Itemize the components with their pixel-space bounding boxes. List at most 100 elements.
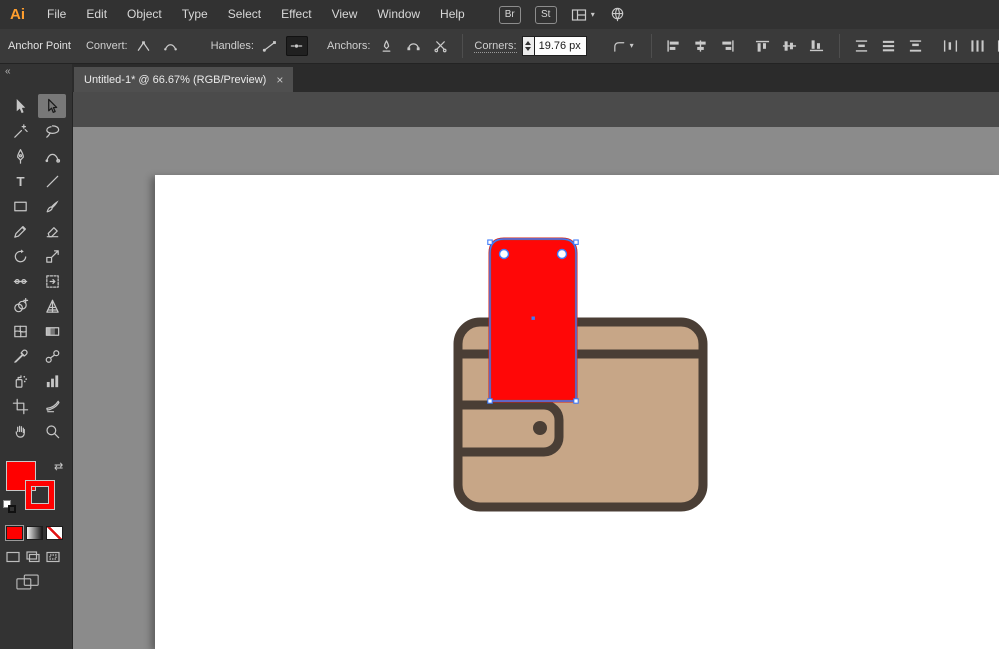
menu-select[interactable]: Select bbox=[218, 0, 271, 29]
separator bbox=[839, 34, 840, 58]
align-vertical-center-button[interactable] bbox=[779, 36, 801, 56]
center-point bbox=[532, 317, 535, 320]
corners-stepper[interactable] bbox=[522, 36, 535, 56]
distribute-horizontal-right-button[interactable] bbox=[994, 36, 999, 56]
tool-hand[interactable] bbox=[6, 419, 34, 443]
anchor-point[interactable] bbox=[488, 240, 492, 244]
draw-inside-button[interactable] bbox=[45, 550, 61, 564]
remove-anchor-button[interactable] bbox=[375, 36, 397, 56]
convert-to-smooth-button[interactable] bbox=[160, 36, 182, 56]
tool-gradient[interactable] bbox=[38, 319, 66, 343]
tool-slice[interactable] bbox=[38, 394, 66, 418]
tool-curvature[interactable] bbox=[38, 144, 66, 168]
corner-widget[interactable] bbox=[500, 250, 509, 259]
menu-bar: Ai File Edit Object Type Select Effect V… bbox=[0, 0, 999, 29]
align-horizontal-left-button[interactable] bbox=[663, 36, 685, 56]
tool-symbol-sprayer[interactable] bbox=[6, 369, 34, 393]
bridge-button[interactable]: Br bbox=[499, 6, 521, 24]
share-icon bbox=[609, 6, 626, 23]
tool-eyedropper[interactable] bbox=[6, 344, 34, 368]
share-button[interactable] bbox=[609, 6, 626, 23]
menu-edit[interactable]: Edit bbox=[76, 0, 117, 29]
artboard[interactable] bbox=[155, 175, 999, 649]
draw-behind-button[interactable] bbox=[25, 550, 41, 564]
tool-paintbrush[interactable] bbox=[38, 194, 66, 218]
align-vertical-top-button[interactable] bbox=[752, 36, 774, 56]
tool-free-transform[interactable] bbox=[38, 269, 66, 293]
workspace-switcher[interactable]: ▾ bbox=[571, 8, 595, 22]
tool-pen[interactable] bbox=[6, 144, 34, 168]
screen-mode-button[interactable] bbox=[16, 574, 40, 591]
tool-artboard[interactable] bbox=[6, 394, 34, 418]
credit-card-shape[interactable] bbox=[490, 239, 576, 401]
tool-blend[interactable] bbox=[38, 344, 66, 368]
distribute-vertical-center-icon bbox=[881, 39, 896, 53]
tool-direct-selection[interactable] bbox=[38, 94, 66, 118]
stroke-color-swatch[interactable] bbox=[26, 481, 54, 509]
swap-fill-stroke-icon[interactable]: ⇄ bbox=[54, 460, 63, 473]
distribute-horizontal-center-button[interactable] bbox=[967, 36, 989, 56]
menu-effect[interactable]: Effect bbox=[271, 0, 321, 29]
tool-type[interactable]: T bbox=[6, 169, 34, 193]
tool-lasso[interactable] bbox=[38, 119, 66, 143]
corners-link[interactable]: Corners: bbox=[474, 40, 516, 53]
hide-handles-button[interactable] bbox=[286, 36, 308, 56]
credit-card[interactable] bbox=[490, 239, 576, 401]
gradient-button[interactable] bbox=[26, 526, 43, 540]
collapse-panel-icon[interactable]: « bbox=[5, 66, 10, 77]
none-button[interactable] bbox=[46, 526, 63, 540]
distribute-vertical-top-button[interactable] bbox=[851, 36, 873, 56]
distribute-horizontal-left-button[interactable] bbox=[940, 36, 962, 56]
default-fill-stroke-button[interactable] bbox=[3, 500, 19, 514]
tool-shaper[interactable] bbox=[6, 219, 34, 243]
distribute-vertical-bottom-button[interactable] bbox=[905, 36, 927, 56]
wallet-button[interactable] bbox=[533, 421, 547, 435]
menu-object[interactable]: Object bbox=[117, 0, 172, 29]
anchor-point[interactable] bbox=[574, 399, 578, 403]
tool-magic-wand[interactable] bbox=[6, 119, 34, 143]
menu-view[interactable]: View bbox=[322, 0, 368, 29]
tool-scale[interactable] bbox=[38, 244, 66, 268]
distribute-vertical-center-button[interactable] bbox=[878, 36, 900, 56]
tool-eraser[interactable] bbox=[38, 219, 66, 243]
tool-column-graph[interactable] bbox=[38, 369, 66, 393]
convert-to-corner-button[interactable] bbox=[133, 36, 155, 56]
canvas-top-strip bbox=[72, 92, 999, 127]
menu-file[interactable]: File bbox=[37, 0, 76, 29]
tool-rectangle[interactable] bbox=[6, 194, 34, 218]
tool-shape-builder[interactable] bbox=[6, 294, 34, 318]
cut-path-button[interactable] bbox=[429, 36, 451, 56]
show-handles-button[interactable] bbox=[259, 36, 281, 56]
anchor-point[interactable] bbox=[488, 399, 492, 403]
align-horizontal-right-button[interactable] bbox=[717, 36, 739, 56]
corners-input[interactable] bbox=[535, 36, 587, 56]
menu-window[interactable]: Window bbox=[367, 0, 430, 29]
tool-rotate[interactable] bbox=[6, 244, 34, 268]
align-vertical-bottom-button[interactable] bbox=[806, 36, 828, 56]
tab-close-icon[interactable]: × bbox=[276, 74, 283, 86]
tool-mesh[interactable] bbox=[6, 319, 34, 343]
color-button[interactable] bbox=[6, 526, 23, 540]
stock-button[interactable]: St bbox=[535, 6, 557, 24]
draw-normal-button[interactable] bbox=[5, 550, 21, 564]
tool-line-segment[interactable] bbox=[38, 169, 66, 193]
tool-zoom[interactable] bbox=[38, 419, 66, 443]
shaper-tool-icon bbox=[12, 223, 29, 240]
document-tab[interactable]: Untitled-1* @ 66.67% (RGB/Preview) × bbox=[74, 67, 293, 92]
anchor-point[interactable] bbox=[574, 240, 578, 244]
corner-options-dropdown[interactable]: ▾ bbox=[606, 36, 640, 56]
menu-type[interactable]: Type bbox=[172, 0, 218, 29]
menubar-right-icons: Br St ▾ bbox=[499, 6, 626, 24]
corner-widget[interactable] bbox=[558, 250, 567, 259]
eraser-tool-icon bbox=[44, 223, 61, 240]
magic-wand-tool-icon bbox=[12, 123, 29, 140]
menu-help[interactable]: Help bbox=[430, 0, 475, 29]
direct-selection-tool-icon bbox=[44, 98, 61, 115]
tool-selection[interactable] bbox=[6, 94, 34, 118]
align-horizontal-center-button[interactable] bbox=[690, 36, 712, 56]
tool-width[interactable] bbox=[6, 269, 34, 293]
align-vertical-center-icon bbox=[782, 39, 797, 53]
tool-panel: « bbox=[0, 64, 73, 649]
tool-perspective-grid[interactable] bbox=[38, 294, 66, 318]
connect-endpoints-button[interactable] bbox=[402, 36, 424, 56]
